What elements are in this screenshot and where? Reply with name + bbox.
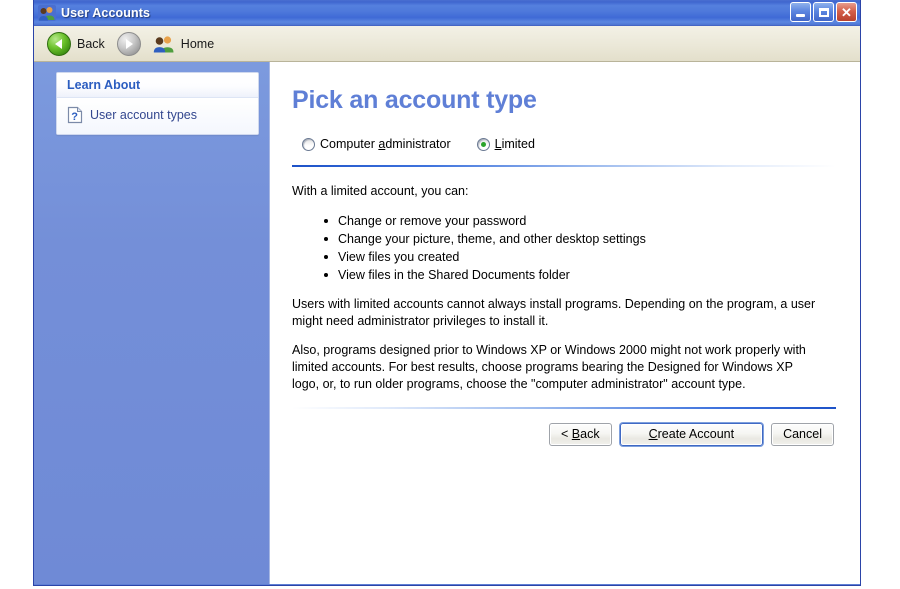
list-item: View files you created	[324, 248, 836, 266]
users-icon	[153, 35, 175, 53]
minimize-button[interactable]	[790, 2, 811, 22]
users-icon	[38, 4, 56, 21]
maximize-button[interactable]	[813, 2, 834, 22]
sidebar-link-user-account-types[interactable]: ? User account types	[65, 104, 250, 126]
back-button-label: Back	[77, 36, 105, 51]
screen: User Accounts ✕ Back Home Learn About ? …	[0, 0, 900, 589]
back-button[interactable]: < Back	[549, 422, 612, 446]
learn-about-title: Learn About	[57, 73, 258, 98]
list-item: View files in the Shared Documents folde…	[324, 266, 836, 284]
close-button[interactable]: ✕	[836, 2, 857, 22]
list-item: Change your picture, theme, and other de…	[324, 230, 836, 248]
sidebar: Learn About ? User account types	[34, 62, 269, 584]
window-body: Learn About ? User account types Pick an…	[34, 62, 860, 584]
paragraph-install-programs: Users with limited accounts cannot alway…	[292, 297, 816, 329]
user-accounts-window: User Accounts ✕ Back Home Learn About ? …	[33, 0, 861, 586]
learn-about-panel: Learn About ? User account types	[56, 72, 259, 135]
back-arrow-icon	[47, 31, 71, 56]
maximize-icon	[818, 7, 829, 17]
list-item: Change or remove your password	[324, 212, 836, 230]
divider-bottom	[292, 406, 836, 409]
limited-account-capabilities-list: Change or remove your password Change yo…	[292, 212, 836, 285]
help-document-icon: ?	[67, 106, 83, 124]
forward-arrow-icon	[116, 31, 141, 56]
radio-indicator	[476, 137, 490, 151]
svg-text:?: ?	[71, 111, 78, 123]
content-area: Pick an account type Computer administra…	[269, 62, 860, 584]
title-bar: User Accounts ✕	[34, 0, 860, 26]
navigation-toolbar: Back Home	[34, 26, 860, 62]
sidebar-link-label: User account types	[90, 108, 197, 122]
minimize-icon	[796, 14, 805, 17]
cancel-button[interactable]: Cancel	[771, 422, 834, 446]
home-button[interactable]: Home	[148, 30, 219, 58]
window-title: User Accounts	[61, 5, 151, 20]
paragraph-compatibility: Also, programs designed prior to Windows…	[292, 343, 806, 391]
content-right-edge	[858, 62, 860, 584]
learn-about-body: ? User account types	[57, 98, 258, 134]
close-icon: ✕	[841, 4, 852, 20]
page-title: Pick an account type	[292, 86, 537, 114]
radio-limited[interactable]: Limited	[476, 137, 535, 151]
radio-label: Limited	[494, 137, 535, 151]
divider-top	[292, 165, 836, 167]
create-account-button[interactable]: Create Account	[619, 422, 764, 446]
home-button-label: Home	[180, 36, 215, 51]
intro-text: With a limited account, you can:	[292, 184, 469, 198]
back-button[interactable]: Back	[42, 30, 110, 58]
forward-button[interactable]	[112, 30, 146, 58]
dialog-button-row: < Back Create Account Cancel	[292, 422, 836, 446]
radio-computer-administrator[interactable]: Computer administrator	[302, 137, 451, 151]
window-controls: ✕	[790, 2, 857, 22]
account-type-radio-group: Computer administrator Limited	[292, 137, 836, 151]
radio-indicator	[302, 137, 315, 151]
radio-label: Computer administrator	[320, 137, 451, 151]
